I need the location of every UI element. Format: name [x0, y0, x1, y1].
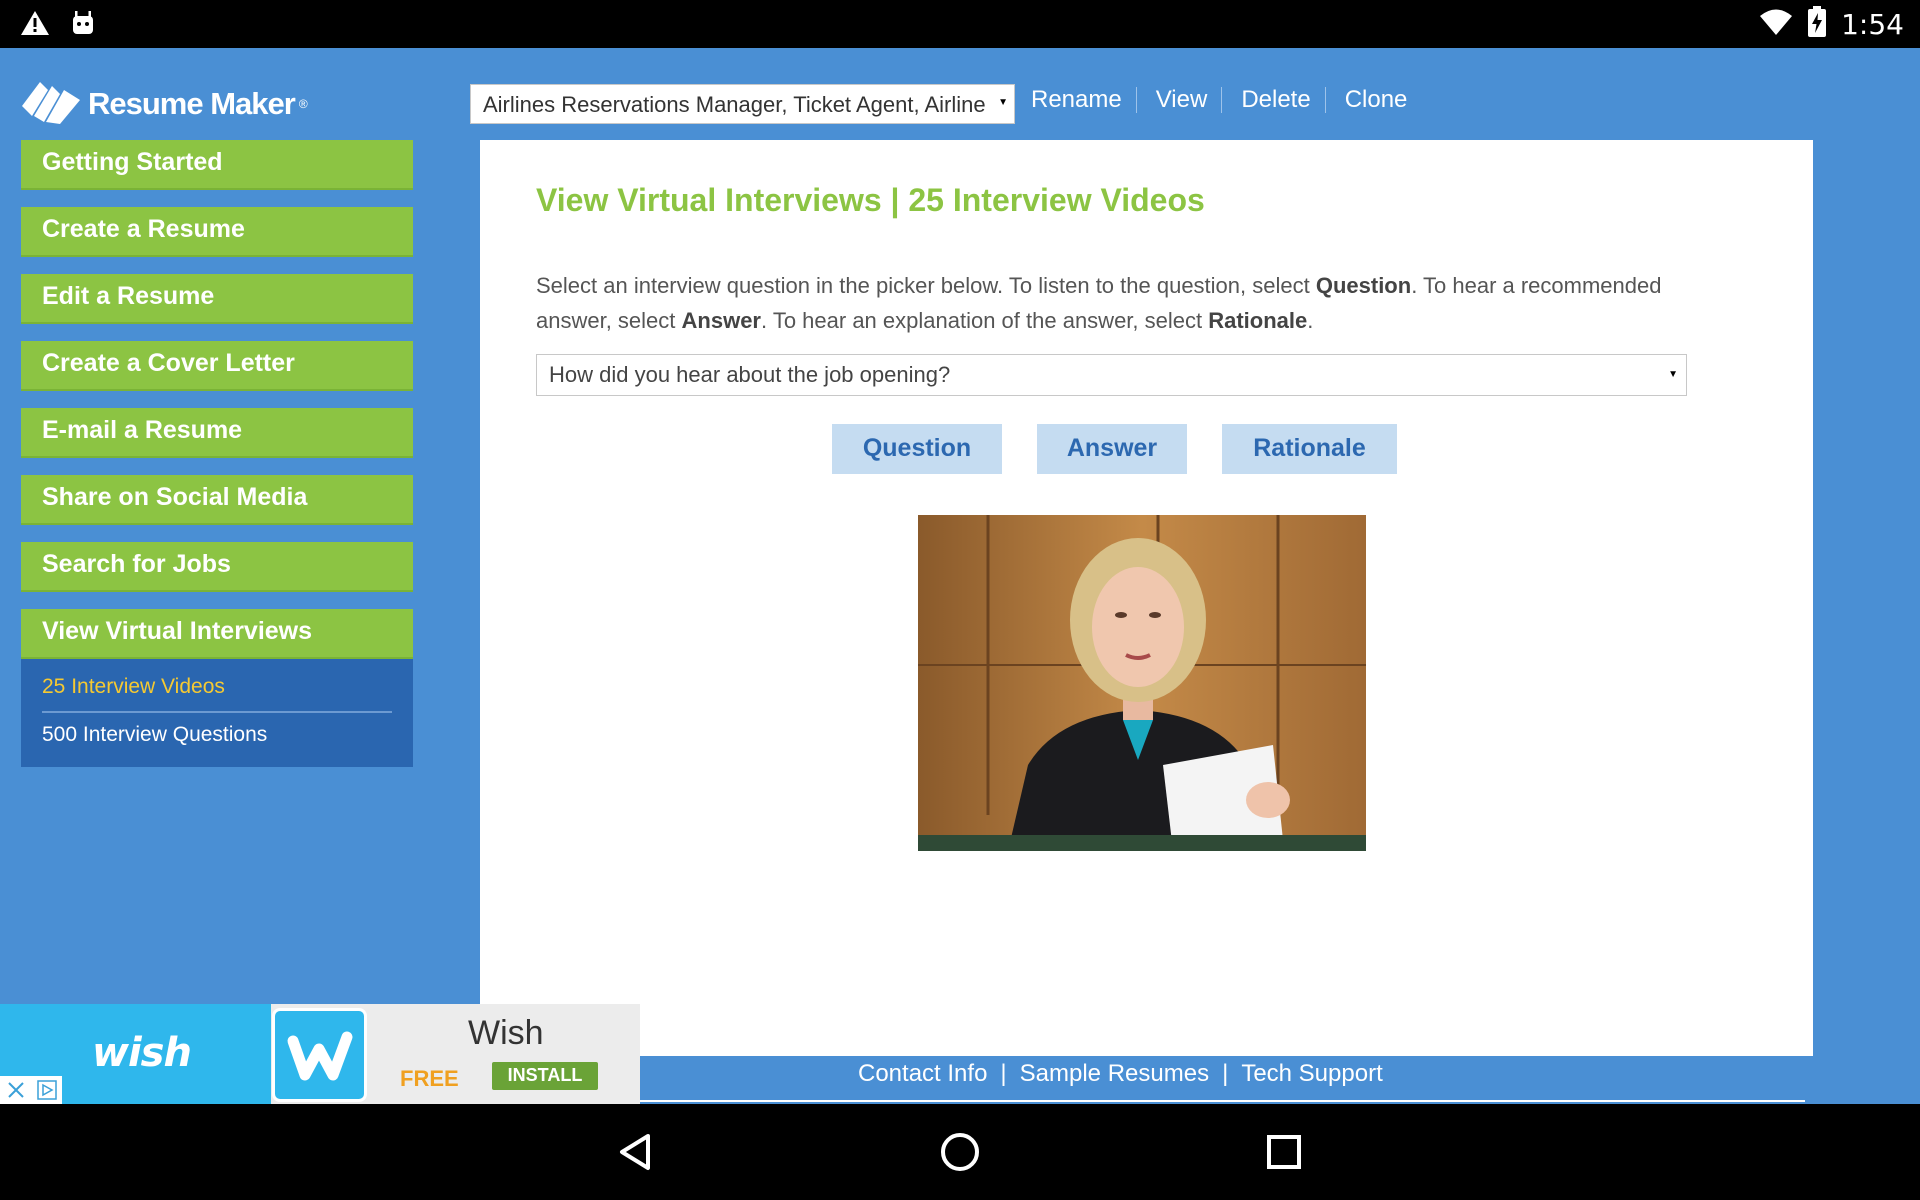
rename-link[interactable]: Rename — [1031, 86, 1122, 114]
question-select-value: How did you hear about the job opening? — [549, 362, 951, 387]
toolbar-separator — [1221, 87, 1223, 113]
logo-text: Resume Maker — [88, 85, 296, 121]
status-time: 1:54 — [1841, 8, 1904, 41]
sidebar-item-create-cover-letter[interactable]: Create a Cover Letter — [21, 341, 413, 391]
footer-separator: | — [1000, 1060, 1007, 1087]
sidebar-item-create-resume[interactable]: Create a Resume — [21, 207, 413, 257]
toolbar-separator — [1324, 87, 1326, 113]
recents-icon[interactable] — [1260, 1128, 1308, 1176]
ad-app-name: Wish — [468, 1014, 544, 1052]
app-logo[interactable]: Resume Maker ® — [20, 76, 308, 131]
toolbar-separator — [1135, 87, 1137, 113]
back-icon[interactable] — [612, 1128, 660, 1176]
view-link[interactable]: View — [1156, 86, 1208, 114]
subnav-item-500-interview-questions[interactable]: 500 Interview Questions — [42, 713, 392, 759]
sidebar-item-view-virtual-interviews[interactable]: View Virtual Interviews — [21, 609, 413, 659]
ad-choices[interactable] — [0, 1076, 62, 1104]
ad-install-button[interactable]: INSTALL — [492, 1062, 598, 1090]
interview-video-player[interactable] — [918, 515, 1366, 851]
resume-actions: Rename View Delete Clone — [1031, 86, 1407, 114]
footer-links: Contact Info | Sample Resumes | Tech Sup… — [858, 1060, 1383, 1088]
resume-select-value: Airlines Reservations Manager, Ticket Ag… — [483, 92, 986, 117]
battery-charging-icon — [1807, 6, 1827, 43]
interview-question-select[interactable]: How did you hear about the job opening? … — [536, 354, 1687, 396]
android-debug-icon — [70, 10, 96, 41]
answer-button[interactable]: Answer — [1037, 424, 1187, 474]
clone-link[interactable]: Clone — [1345, 86, 1408, 114]
sidebar-item-search-jobs[interactable]: Search for Jobs — [21, 542, 413, 592]
tech-support-link[interactable]: Tech Support — [1241, 1060, 1382, 1088]
interviewer-video-frame — [918, 515, 1366, 851]
instructions-bold-answer: Answer — [681, 308, 761, 333]
dropdown-caret-icon: ▼ — [1668, 369, 1678, 380]
home-icon[interactable] — [936, 1128, 984, 1176]
wifi-icon — [1759, 8, 1793, 41]
ad-banner[interactable]: wish Wish FREE INSTALL — [0, 1004, 640, 1104]
sidebar-item-share-social[interactable]: Share on Social Media — [21, 475, 413, 525]
instructions-bold-question: Question — [1315, 273, 1412, 298]
ad-close-icon[interactable] — [0, 1076, 31, 1104]
sidebar-item-email-resume[interactable]: E-mail a Resume — [21, 408, 413, 458]
wish-logo: wish — [92, 1030, 192, 1076]
logo-mark-icon — [20, 76, 84, 131]
instructions-text: Select an interview question in the pick… — [536, 268, 1736, 338]
warning-icon — [20, 9, 50, 42]
page-title: View Virtual Interviews | 25 Interview V… — [536, 182, 1205, 218]
ad-price: FREE — [400, 1066, 459, 1091]
status-bar: 1:54 — [0, 0, 1920, 48]
sidebar-item-getting-started[interactable]: Getting Started — [21, 140, 413, 190]
main-panel: View Virtual Interviews | 25 Interview V… — [480, 140, 1813, 1056]
question-button[interactable]: Question — [832, 424, 1002, 474]
footer-separator: | — [1222, 1060, 1229, 1087]
rationale-button[interactable]: Rationale — [1222, 424, 1397, 474]
subnav-item-25-interview-videos[interactable]: 25 Interview Videos — [42, 665, 392, 713]
delete-link[interactable]: Delete — [1241, 86, 1310, 114]
sidebar-item-edit-resume[interactable]: Edit a Resume — [21, 274, 413, 324]
instructions-part: . — [1307, 308, 1314, 333]
contact-info-link[interactable]: Contact Info — [858, 1060, 987, 1088]
instructions-bold-rationale: Rationale — [1208, 308, 1308, 333]
instructions-part: . To hear an explanation of the answer, … — [761, 308, 1209, 333]
sample-resumes-link[interactable]: Sample Resumes — [1020, 1060, 1209, 1088]
sidebar-nav: Getting Started Create a Resume Edit a R… — [21, 140, 413, 767]
sidebar-subnav: 25 Interview Videos 500 Interview Questi… — [21, 659, 413, 767]
system-nav-bar — [0, 1104, 1920, 1200]
resume-select[interactable]: Airlines Reservations Manager, Ticket Ag… — [470, 84, 1015, 124]
logo-registered-mark: ® — [298, 96, 308, 111]
instructions-part: Select an interview question in the pick… — [536, 273, 1316, 298]
ad-choices-icon[interactable] — [31, 1076, 62, 1104]
dropdown-caret-icon: ▼ — [998, 97, 1008, 108]
wish-app-icon — [272, 1008, 367, 1102]
